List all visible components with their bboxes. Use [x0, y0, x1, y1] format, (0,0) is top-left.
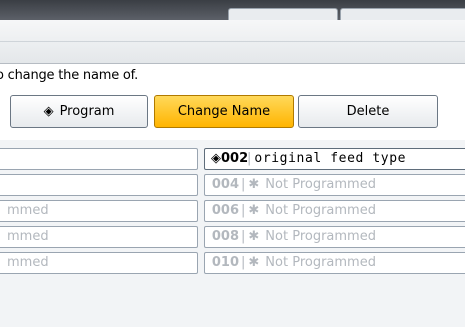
slot-name: Not Programmed	[265, 177, 376, 192]
list-item[interactable]: mmed	[0, 200, 198, 222]
list-item-label: mmed	[7, 255, 49, 270]
slot-separator: |	[241, 203, 246, 218]
asterisk-icon: ✱	[248, 255, 260, 270]
delete-button[interactable]: Delete	[298, 95, 438, 128]
slot-number: 002	[221, 151, 249, 166]
header-divider	[0, 41, 465, 42]
program-slot-004[interactable]: 004 | ✱ Not Programmed	[204, 174, 465, 196]
slot-number: 008	[211, 229, 239, 244]
slot-name: Not Programmed	[265, 203, 376, 218]
slot-name: Not Programmed	[265, 229, 376, 244]
delete-label: Delete	[346, 104, 390, 119]
header-panel	[0, 20, 465, 64]
program-button[interactable]: ◈ Program	[10, 95, 148, 128]
instruction-text: o change the name of.	[0, 63, 465, 89]
program-list: mmed mmed mmed ◈002| original feed type 0…	[0, 140, 465, 327]
slot-name: Not Programmed	[265, 255, 376, 270]
program-slot-010[interactable]: 010 | ✱ Not Programmed	[204, 252, 465, 274]
instruction-label: o change the name of.	[0, 68, 139, 83]
program-slot-008[interactable]: 008 | ✱ Not Programmed	[204, 226, 465, 248]
slot-separator: |	[247, 151, 252, 166]
slot-number: 010	[211, 255, 239, 270]
list-item-label: mmed	[7, 229, 49, 244]
asterisk-icon: ✱	[248, 229, 260, 244]
asterisk-icon: ✱	[248, 203, 260, 218]
list-item[interactable]	[0, 148, 198, 170]
list-item[interactable]	[0, 174, 198, 196]
list-item[interactable]: mmed	[0, 252, 198, 274]
change-name-button[interactable]: Change Name	[154, 95, 294, 128]
slot-separator: |	[241, 229, 246, 244]
list-item[interactable]: mmed	[0, 226, 198, 248]
slot-number: 004	[211, 177, 239, 192]
list-item-label: mmed	[7, 203, 49, 218]
title-bar	[0, 0, 465, 21]
change-name-label: Change Name	[177, 104, 271, 119]
program-icon: ◈	[211, 151, 221, 166]
program-label: Program	[59, 104, 115, 119]
asterisk-icon: ✱	[248, 177, 260, 192]
list-item-label	[0, 151, 7, 166]
program-slot-006[interactable]: 006 | ✱ Not Programmed	[204, 200, 465, 222]
slot-separator: |	[241, 255, 246, 270]
list-item-label	[0, 177, 7, 192]
slot-separator: |	[241, 177, 246, 192]
program-icon: ◈	[43, 104, 54, 119]
slot-name: original feed type	[254, 151, 407, 166]
slot-number: 006	[211, 203, 239, 218]
program-slot-002[interactable]: ◈002| original feed type	[204, 148, 465, 170]
